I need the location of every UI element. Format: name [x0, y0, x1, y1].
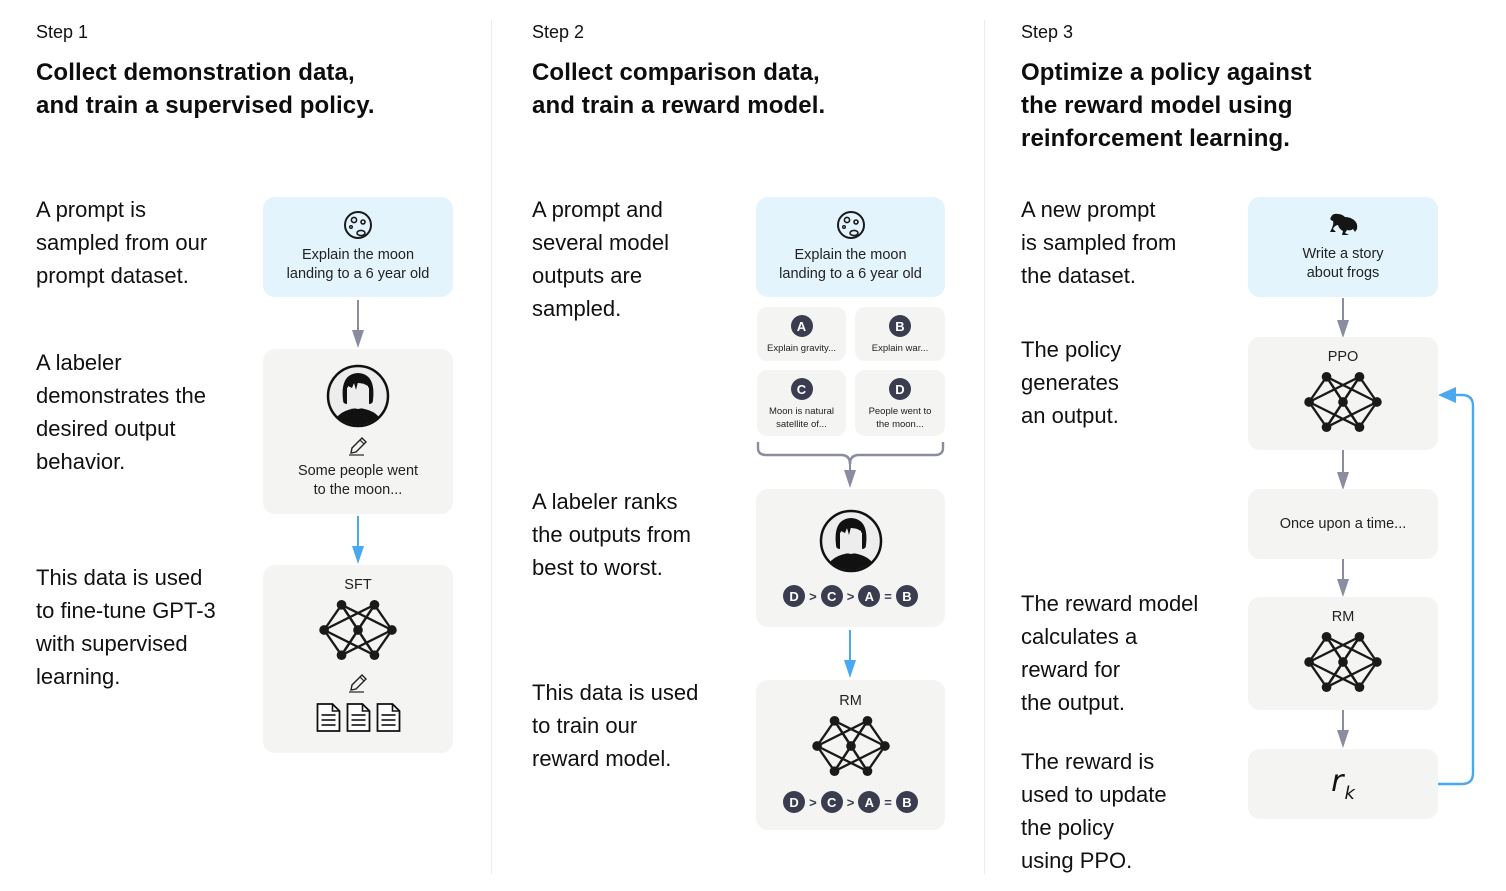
- step-title: Collect comparison data, and train a rew…: [532, 59, 826, 119]
- reward-variable: r: [1331, 764, 1344, 799]
- step-label: Step 3: [1021, 22, 1074, 42]
- moon-icon: [344, 211, 372, 239]
- arrow-down-icon: [1337, 710, 1349, 748]
- step-title: Optimize a policy against the reward mod…: [1021, 59, 1312, 152]
- output-text: People went to the moon...: [868, 406, 932, 430]
- document-icon: [376, 703, 400, 732]
- output-text: Explain war...: [871, 343, 929, 354]
- prompt-card: Write a story about frogs: [1248, 197, 1438, 297]
- step-description: A prompt and several model outputs are s…: [532, 197, 669, 321]
- reward-model-card: RM: [1248, 597, 1438, 710]
- rank-badge: A: [858, 585, 881, 607]
- labeler-ranking-card: D > C > A = B: [756, 489, 945, 627]
- document-icon: [316, 703, 340, 732]
- labeler-avatar: [326, 364, 390, 428]
- prompt-card: Explain the moon landing to a 6 year old: [263, 197, 453, 297]
- step-description: A new prompt is sampled from the dataset…: [1021, 197, 1177, 288]
- reward-subscript: k: [1344, 783, 1355, 804]
- rank-badge: D: [783, 585, 806, 607]
- output-text: Explain gravity...: [767, 343, 836, 354]
- output-text: Once upon a time...: [1279, 515, 1407, 532]
- rank-badge: D: [783, 791, 806, 813]
- step-description: This data is used to fine-tune GPT-3 wit…: [36, 565, 216, 689]
- rank-operator: =: [884, 588, 892, 604]
- arrow-down-icon: [352, 300, 364, 348]
- output-badge: A: [790, 315, 813, 337]
- rank-badge: C: [820, 585, 843, 607]
- step-title: Collect demonstration data, and train a …: [36, 59, 375, 119]
- reward-model-card: RM D > C > A = B: [756, 680, 945, 830]
- merge-bracket-arrow-icon: [756, 442, 945, 488]
- ranking-row: D > C > A = B: [783, 791, 918, 813]
- rank-operator: >: [809, 794, 817, 810]
- pencil-icon: [348, 436, 367, 456]
- rank-badge: B: [895, 585, 918, 607]
- pencil-icon: [348, 674, 367, 693]
- ranking-row: D > C > A = B: [783, 585, 918, 607]
- reward-symbol: rk: [1331, 764, 1355, 804]
- rank-badge: C: [820, 791, 843, 813]
- labeler-avatar: [819, 509, 883, 573]
- policy-card: PPO: [1248, 337, 1438, 450]
- sft-model-card: SFT: [263, 565, 453, 753]
- step-description: A labeler ranks the outputs from best to…: [532, 489, 691, 580]
- rank-operator: =: [884, 794, 892, 810]
- output-badge: C: [790, 378, 813, 400]
- demonstration-text: Some people went to the moon...: [297, 462, 419, 498]
- output-card-b: B Explain war...: [855, 307, 945, 361]
- step-description: The reward model calculates a reward for…: [1021, 591, 1199, 715]
- output-card-c: C Moon is natural satellite of...: [757, 370, 846, 436]
- blue-feedback-arrow-icon: [1438, 387, 1475, 786]
- model-label: RM: [839, 693, 862, 709]
- document-group: [316, 703, 401, 732]
- prompt-text: Explain the moon landing to a 6 year old: [779, 247, 922, 282]
- reward-card: rk: [1248, 749, 1438, 819]
- neural-network-icon: [810, 715, 891, 777]
- step-label: Step 2: [532, 22, 585, 42]
- moon-icon: [836, 211, 865, 239]
- arrow-down-icon: [1337, 450, 1349, 490]
- document-icon: [346, 703, 370, 732]
- demonstration-card: Some people went to the moon...: [263, 349, 453, 514]
- model-label: PPO: [1327, 349, 1359, 365]
- step-description: A labeler demonstrates the desired outpu…: [36, 350, 206, 474]
- rank-operator: >: [809, 588, 817, 604]
- neural-network-icon: [318, 599, 398, 661]
- blue-arrow-down-icon: [352, 516, 364, 564]
- rank-operator: >: [846, 588, 855, 604]
- step-description: The reward is used to update the policy …: [1021, 749, 1167, 873]
- output-card-d: D People went to the moon...: [855, 370, 945, 436]
- arrow-down-icon: [1337, 298, 1349, 338]
- prompt-card: Explain the moon landing to a 6 year old: [756, 197, 945, 297]
- step-description: The policy generates an output.: [1021, 337, 1122, 428]
- output-card: Once upon a time...: [1248, 489, 1438, 559]
- output-text: Moon is natural satellite of...: [769, 406, 834, 430]
- prompt-text: Write a story about frogs: [1302, 246, 1384, 281]
- output-badge: D: [889, 378, 911, 400]
- frog-icon: [1330, 213, 1358, 235]
- blue-arrow-down-icon: [844, 630, 856, 678]
- rank-operator: >: [846, 794, 855, 810]
- rank-badge: A: [858, 791, 881, 813]
- neural-network-icon: [1303, 631, 1383, 693]
- output-card-a: A Explain gravity...: [757, 307, 846, 361]
- prompt-text: Explain the moon landing to a 6 year old: [286, 247, 430, 282]
- column-divider: [491, 20, 492, 874]
- step-description: A prompt is sampled from our prompt data…: [36, 197, 208, 288]
- model-label: RM: [1331, 609, 1355, 625]
- neural-network-icon: [1303, 371, 1383, 433]
- step-description: This data is used to train our reward mo…: [532, 680, 699, 771]
- rank-badge: B: [895, 791, 918, 813]
- output-badge: B: [889, 315, 911, 337]
- column-divider: [984, 20, 985, 874]
- step-label: Step 1: [36, 22, 89, 42]
- model-label: SFT: [344, 577, 372, 593]
- arrow-down-icon: [1337, 559, 1349, 597]
